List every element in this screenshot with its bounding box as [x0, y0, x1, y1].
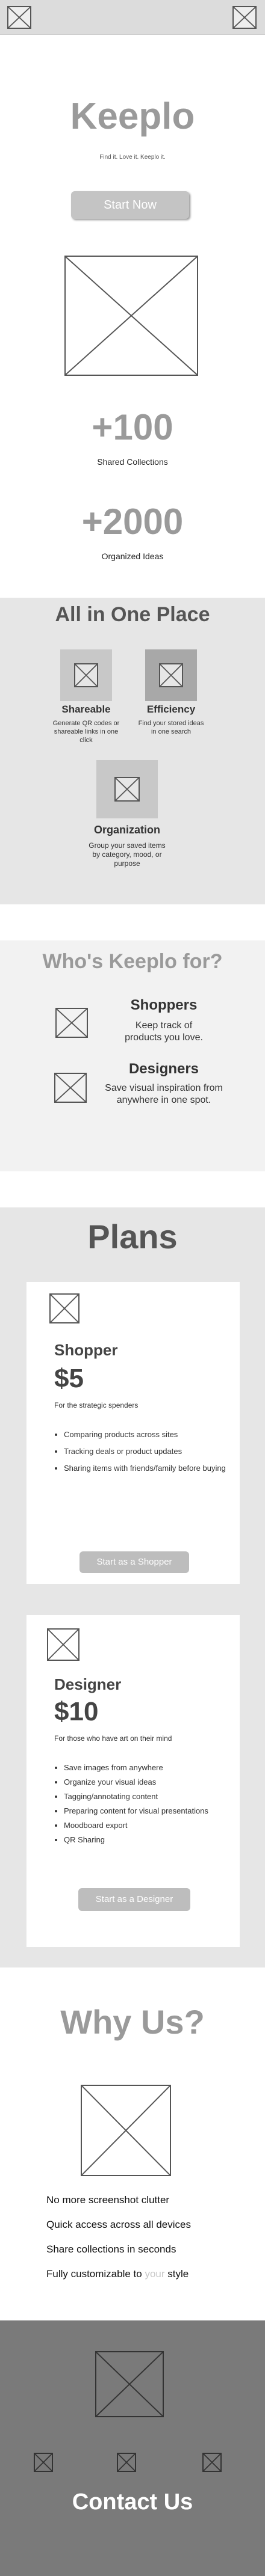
plan-shopper-image [49, 1293, 80, 1323]
feature-organization-icon [96, 760, 158, 818]
start-as-shopper-button[interactable]: Start as a Shopper [80, 1551, 189, 1573]
list-item: Moodboard export [64, 1818, 232, 1833]
plan-designer-features: Save images from anywhere Organize your … [52, 1761, 232, 1847]
feature-shareable-title: Shareable [61, 704, 111, 715]
stat-value-ideas: +2000 [81, 501, 184, 542]
brand-title: Keeplo [70, 96, 195, 137]
feature-organization-desc: Group your saved items by category, mood… [89, 841, 166, 868]
why-title: Why Us? [60, 2003, 205, 2041]
audience-shoppers-image [55, 1008, 88, 1038]
contact-us-link[interactable]: Contact Us [0, 2489, 265, 2515]
feature-shareable-desc: Generate QR codes or shareable links in … [52, 720, 120, 744]
why-point-1: No more screenshot clutter [46, 2194, 170, 2206]
audience-shoppers-title: Shoppers [130, 997, 198, 1013]
plan-shopper-subtitle: For the strategic spenders [54, 1401, 139, 1409]
list-item: Save images from anywhere [64, 1761, 232, 1775]
plan-designer-price: $10 [54, 1697, 99, 1726]
social-icon-2[interactable] [117, 2453, 136, 2472]
why-point-4: Fully customizable to your style [46, 2268, 189, 2280]
plan-shopper-name: Shopper [54, 1341, 118, 1359]
audience-title: Who's Keeplo for? [42, 950, 223, 973]
hero-image [64, 256, 198, 376]
list-item: Organize your visual ideas [64, 1775, 232, 1789]
why-image [81, 2085, 171, 2176]
why-point-4-suffix: style [164, 2268, 189, 2280]
audience-designers-image [54, 1073, 87, 1103]
plan-designer-subtitle: For those who have art on their mind [54, 1734, 172, 1743]
footer-image [95, 2351, 164, 2417]
audience-shoppers-desc: Keep track of products you love. [125, 1020, 203, 1043]
list-item: Preparing content for visual presentatio… [64, 1804, 232, 1818]
list-item: Tracking deals or product updates [64, 1443, 232, 1460]
why-point-4-highlight: your [145, 2268, 165, 2280]
social-icon-1[interactable] [34, 2453, 53, 2472]
plan-designer-name: Designer [54, 1675, 122, 1693]
header-menu-image[interactable] [232, 6, 257, 29]
feature-shareable-icon [60, 649, 112, 701]
plan-shopper-price: $5 [54, 1364, 84, 1393]
header-logo-image[interactable] [7, 6, 31, 29]
list-item: Comparing products across sites [64, 1426, 232, 1443]
list-item: QR Sharing [64, 1833, 232, 1847]
audience-designers-desc: Save visual inspiration from anywhere in… [105, 1083, 223, 1105]
plan-designer-image [47, 1628, 80, 1661]
feature-efficiency-icon [145, 649, 197, 701]
feature-efficiency-desc: Find your stored ideas in one search [138, 720, 204, 735]
why-point-3: Share collections in seconds [46, 2243, 176, 2255]
list-item: Sharing items with friends/family before… [64, 1460, 232, 1477]
stat-label-ideas: Organized Ideas [101, 551, 164, 561]
start-now-button[interactable]: Start Now [71, 191, 189, 219]
audience-designers-title: Designers [128, 1061, 199, 1077]
stat-value-collections: +100 [92, 407, 173, 447]
why-point-4-prefix: Fully customizable to [46, 2268, 145, 2280]
audience-section [0, 940, 265, 1171]
stat-label-collections: Shared Collections [97, 457, 168, 467]
plans-title: Plans [87, 1218, 178, 1256]
list-item: Tagging/annotating content [64, 1789, 232, 1804]
plan-shopper-features: Comparing products across sites Tracking… [52, 1426, 232, 1477]
hero-tagline: Find it. Love it. Keeplo it. [99, 154, 166, 161]
features-title: All in One Place [55, 603, 210, 626]
why-point-2: Quick access across all devices [46, 2219, 191, 2230]
feature-efficiency-title: Efficiency [146, 704, 196, 715]
social-icon-3[interactable] [202, 2453, 222, 2472]
feature-organization-title: Organization [93, 824, 160, 836]
start-as-designer-button[interactable]: Start as a Designer [78, 1888, 190, 1911]
top-header-bar [0, 0, 265, 35]
